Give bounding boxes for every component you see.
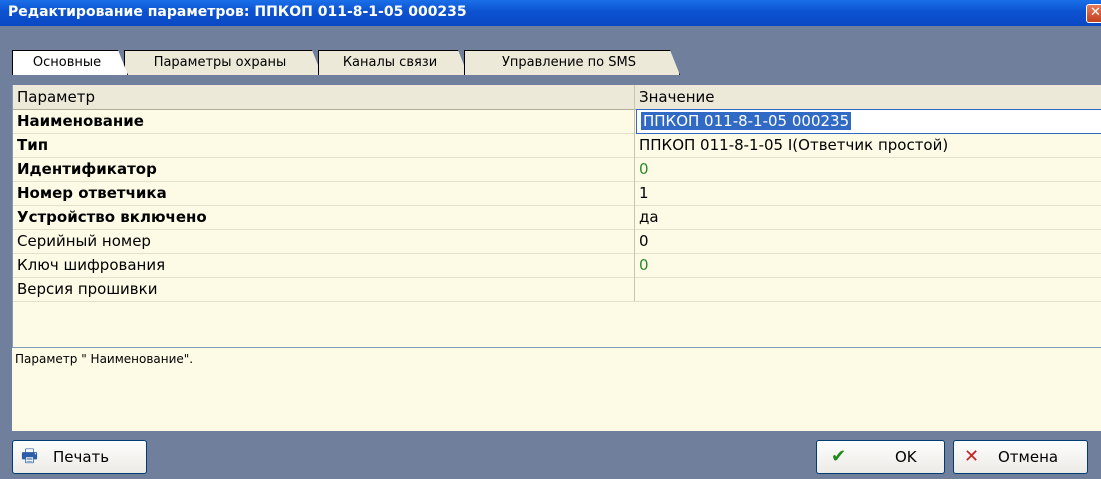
tab-security-params[interactable]: Параметры охраны <box>124 50 322 75</box>
grid-header: Параметр Значение <box>13 85 1101 110</box>
table-row[interactable]: Серийный номер 0 <box>13 229 1101 254</box>
ok-button[interactable]: ✔ OK <box>816 440 945 474</box>
x-icon: ✕ <box>964 446 980 467</box>
printer-icon: 🖶 <box>21 446 38 467</box>
title-bar[interactable]: Редактирование параметров: ППКОП 011-8-1… <box>0 0 1101 26</box>
name-value-selected-text[interactable]: ППКОП 011-8-1-05 000235 <box>641 112 852 130</box>
table-row[interactable]: Наименование ППКОП 011-8-1-05 000235 <box>13 109 1101 134</box>
param-value-cell[interactable]: да <box>639 205 1099 229</box>
param-value-cell[interactable]: ППКОП 011-8-1-05 I(Ответчик простой) <box>639 133 1099 157</box>
checkmark-icon: ✔ <box>831 446 847 467</box>
table-row[interactable]: Версия прошивки <box>13 277 1101 302</box>
column-header-param[interactable]: Параметр <box>17 85 633 109</box>
description-panel: Параметр " Наименование". <box>12 347 1101 432</box>
param-name-cell: Версия прошивки <box>17 280 158 298</box>
param-value-cell[interactable]: 0 <box>639 157 1099 181</box>
table-row[interactable]: Устройство включено да <box>13 205 1101 230</box>
tab-sms-control[interactable]: Управление по SMS <box>464 50 680 75</box>
param-name-cell: Тип <box>17 136 49 154</box>
param-name-cell: Устройство включено <box>17 208 207 226</box>
table-row[interactable]: Тип ППКОП 011-8-1-05 I(Ответчик простой) <box>13 133 1101 158</box>
window-title: Редактирование параметров: ППКОП 011-8-1… <box>8 4 467 20</box>
param-name-cell: Идентификатор <box>17 160 157 178</box>
property-grid[interactable]: Параметр Значение Наименование ППКОП 011… <box>12 85 1101 347</box>
param-value-cell[interactable] <box>639 277 1099 301</box>
description-text: Параметр " Наименование". <box>15 352 194 366</box>
tab-main-label: Основные <box>32 55 102 70</box>
column-header-value[interactable]: Значение <box>639 85 1099 109</box>
table-row[interactable]: Ключ шифрования 0 <box>13 253 1101 278</box>
dialog-window: Редактирование параметров: ППКОП 011-8-1… <box>0 0 1101 479</box>
param-value-cell[interactable]: 1 <box>639 181 1099 205</box>
param-name-cell: Наименование <box>17 112 144 130</box>
print-button[interactable]: 🖶 Печать <box>12 440 147 474</box>
param-value-cell[interactable]: 0 <box>639 253 1099 277</box>
param-value-cell[interactable]: 0 <box>639 229 1099 253</box>
tab-security-params-label: Параметры охраны <box>153 55 287 70</box>
close-button[interactable]: ✕ <box>1086 4 1101 23</box>
param-name-cell: Номер ответчика <box>17 184 167 202</box>
table-row[interactable]: Номер ответчика 1 <box>13 181 1101 206</box>
tab-sms-control-label: Управление по SMS <box>502 55 636 70</box>
tab-comm-channels-label: Каналы связи <box>342 55 438 70</box>
table-row[interactable]: Идентификатор 0 <box>13 157 1101 182</box>
tab-main[interactable]: Основные <box>12 50 128 75</box>
cancel-button[interactable]: ✕ Отмена <box>953 440 1088 474</box>
param-name-cell: Ключ шифрования <box>17 256 166 274</box>
param-name-cell: Серийный номер <box>17 232 151 250</box>
tab-comm-channels[interactable]: Каналы связи <box>318 50 468 75</box>
